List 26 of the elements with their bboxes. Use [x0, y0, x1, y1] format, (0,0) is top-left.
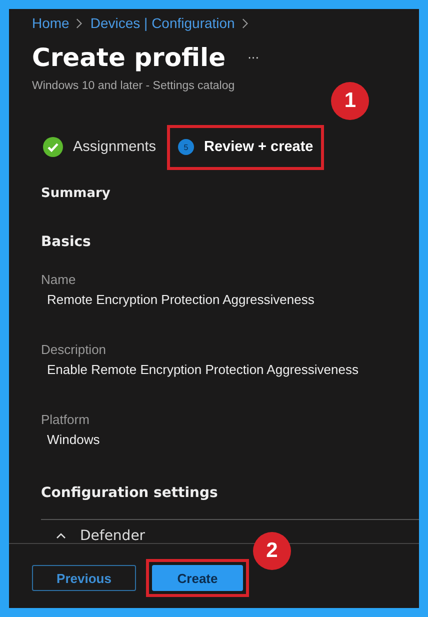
chevron-right-icon — [242, 18, 249, 28]
step-number: 5 — [178, 139, 194, 155]
callout-number: 2 — [253, 532, 291, 570]
breadcrumb-link[interactable]: Devices | Configuration — [90, 15, 235, 31]
wizard-button[interactable]: Previous — [32, 565, 136, 591]
more-options[interactable]: ··· — [248, 51, 260, 65]
wizard-tab[interactable]: Assignments — [43, 133, 156, 161]
section-heading: Summary — [41, 186, 112, 201]
check-circle-icon — [43, 137, 63, 157]
field-value: Enable Remote Encryption Protection Aggressiveness — [47, 362, 360, 377]
callout-number: 1 — [331, 82, 370, 120]
wizard-tab[interactable]: 5 Review + create — [178, 133, 314, 161]
wizard-button[interactable]: Create — [152, 565, 243, 591]
chevron-right-icon — [76, 18, 84, 28]
chevron-icon[interactable] — [56, 533, 66, 539]
field-value: Remote Encryption Protection Aggressiveness — [47, 292, 316, 307]
field-label: Description — [41, 342, 108, 357]
breadcrumb-link[interactable]: Home — [32, 15, 70, 31]
section-heading: Configuration settings — [41, 485, 219, 501]
field-value: Windows — [47, 432, 101, 447]
page-title: Create profile — [32, 42, 226, 74]
field-label: Platform — [41, 412, 90, 427]
field-label: Name — [41, 272, 77, 287]
group-label: Defender — [80, 528, 146, 543]
section-heading: Basics — [41, 234, 92, 250]
page-subtitle: Windows 10 and later - Settings catalog — [32, 80, 235, 92]
